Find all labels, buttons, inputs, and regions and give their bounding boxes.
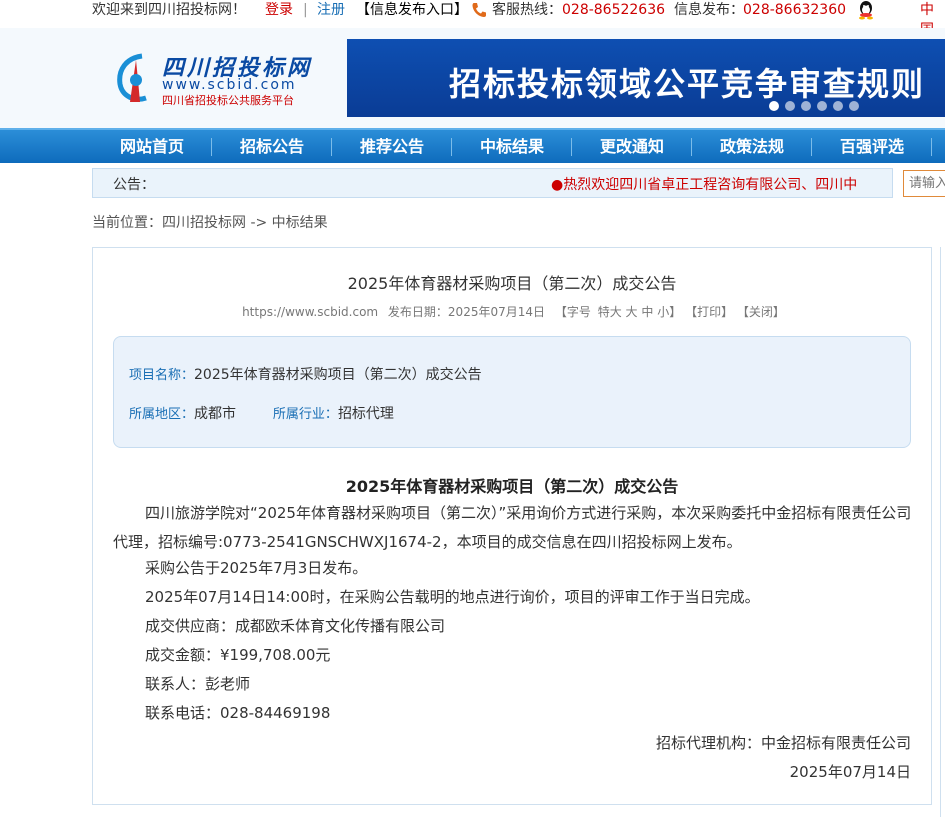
banner-dot[interactable]	[801, 101, 811, 111]
notice-bar: 公告： ●热烈欢迎四川省卓正工程咨询有限公司、四川中	[92, 168, 893, 198]
meta-date: 发布日期：2025年07月14日	[387, 305, 546, 319]
info-publish-label: 信息发布：	[674, 2, 744, 18]
region-value: 成都市	[194, 406, 237, 422]
nav-change-notice[interactable]: 更改通知	[572, 130, 692, 163]
login-link[interactable]: 登录	[265, 0, 293, 20]
content-line-contact: 联系人：彭老师	[145, 675, 251, 693]
font-size-xl-button[interactable]: 特大	[598, 305, 622, 319]
logo-mark-icon	[117, 53, 147, 102]
banner-dot[interactable]	[769, 101, 779, 111]
notice-label: 公告：	[113, 177, 155, 193]
content-line-supplier: 成交供应商：成都欧禾体育文化传播有限公司	[145, 617, 446, 635]
separator: |	[303, 2, 308, 18]
top-bar: 欢迎来到四川招投标网！ 登录 | 注册 【信息发布入口】 客服热线： 028-8…	[0, 0, 945, 38]
nav-tender-notice[interactable]: 招标公告	[212, 130, 332, 163]
content-title: 2025年体育器材采购项目（第二次）成交公告	[345, 477, 679, 496]
article-meta: https://www.scbid.com 发布日期：2025年07月14日 【…	[93, 303, 931, 320]
sidebar-edge	[940, 247, 945, 817]
breadcrumb: 当前位置：四川招投标网 -> 中标结果	[92, 215, 328, 231]
phone-icon	[470, 1, 488, 19]
font-size-m-button[interactable]: 中	[641, 305, 653, 319]
close-button[interactable]: 【关闭】	[737, 305, 785, 319]
banner-dot[interactable]	[833, 101, 843, 111]
project-info-box: 项目名称：2025年体育器材采购项目（第二次）成交公告 所属地区：成都市 所属行…	[113, 336, 911, 448]
project-name-value: 2025年体育器材采购项目（第二次）成交公告	[194, 367, 482, 383]
font-size-s-button[interactable]: 小】	[657, 305, 681, 319]
content-line-publish: 采购公告于2025年7月3日发布。	[145, 559, 368, 577]
agency-signature: 招标代理机构：中金招标有限责任公司	[655, 734, 911, 752]
signature-date: 2025年07月14日	[789, 763, 911, 781]
nav-award-results[interactable]: 中标结果	[452, 130, 572, 163]
nav-home[interactable]: 网站首页	[92, 130, 212, 163]
banner[interactable]: 招标投标领域公平竞争审查规则	[347, 39, 945, 117]
publish-entry-link[interactable]: 【信息发布入口】	[356, 0, 468, 20]
banner-dot[interactable]	[817, 101, 827, 111]
hotline-label: 客服热线：	[492, 2, 562, 18]
project-name-key: 项目名称：	[129, 368, 195, 383]
article-title: 2025年体育器材采购项目（第二次）成交公告	[347, 274, 677, 293]
register-link[interactable]: 注册	[317, 0, 345, 20]
industry-value: 招标代理	[337, 406, 394, 422]
header: 四川招投标网 www.scbid.com 四川省招投标公共服务平台 招标投标领域…	[0, 28, 945, 128]
nav-policy[interactable]: 政策法规	[692, 130, 812, 163]
article-panel: 2025年体育器材采购项目（第二次）成交公告 https://www.scbid…	[92, 247, 932, 805]
region-key: 所属地区：	[129, 407, 195, 422]
logo-subtitle: 四川省招投标公共服务平台	[162, 94, 294, 107]
print-button[interactable]: 【打印】	[685, 305, 733, 319]
content-line-review: 2025年07月14日14:00时，在采购公告载明的地点进行询价，项目的评审工作…	[145, 588, 760, 606]
main-nav: 网站首页 招标公告 推荐公告 中标结果 更改通知 政策法规 百强评选	[0, 128, 945, 163]
site-logo[interactable]: 四川招投标网 www.scbid.com 四川省招投标公共服务平台	[112, 50, 322, 110]
info-publish-number: 028-86632360	[743, 2, 847, 18]
content-line-phone: 联系电话：028-84469198	[145, 704, 331, 722]
content-paragraph: 四川旅游学院对“2025年体育器材采购项目（第二次）”采用询价方式进行采购，本次…	[113, 504, 912, 551]
industry-key: 所属行业：	[272, 407, 338, 422]
hotline-number: 028-86522636	[562, 2, 666, 18]
nav-top100[interactable]: 百强评选	[812, 130, 932, 163]
nav-divider	[931, 138, 932, 156]
notice-marquee[interactable]: ●热烈欢迎四川省卓正工程咨询有限公司、四川中	[551, 174, 857, 194]
font-size-l-button[interactable]: 大	[626, 305, 638, 319]
nav-recommended[interactable]: 推荐公告	[332, 130, 452, 163]
welcome-text: 欢迎来到四川招投标网！	[92, 2, 246, 18]
banner-dot[interactable]	[849, 101, 859, 111]
logo-url: www.scbid.com	[162, 77, 297, 93]
project-name-row: 项目名称：2025年体育器材采购项目（第二次）成交公告	[129, 364, 482, 384]
font-size-label: 【字号	[554, 305, 591, 319]
content-line-amount: 成交金额：¥199,708.00元	[145, 646, 331, 664]
banner-dot[interactable]	[785, 101, 795, 111]
search-input[interactable]	[903, 170, 945, 197]
qq-icon[interactable]	[857, 0, 875, 20]
banner-pager[interactable]	[769, 99, 865, 115]
meta-site: https://www.scbid.com	[242, 305, 379, 319]
project-region-row: 所属地区：成都市 所属行业：招标代理	[129, 403, 394, 423]
